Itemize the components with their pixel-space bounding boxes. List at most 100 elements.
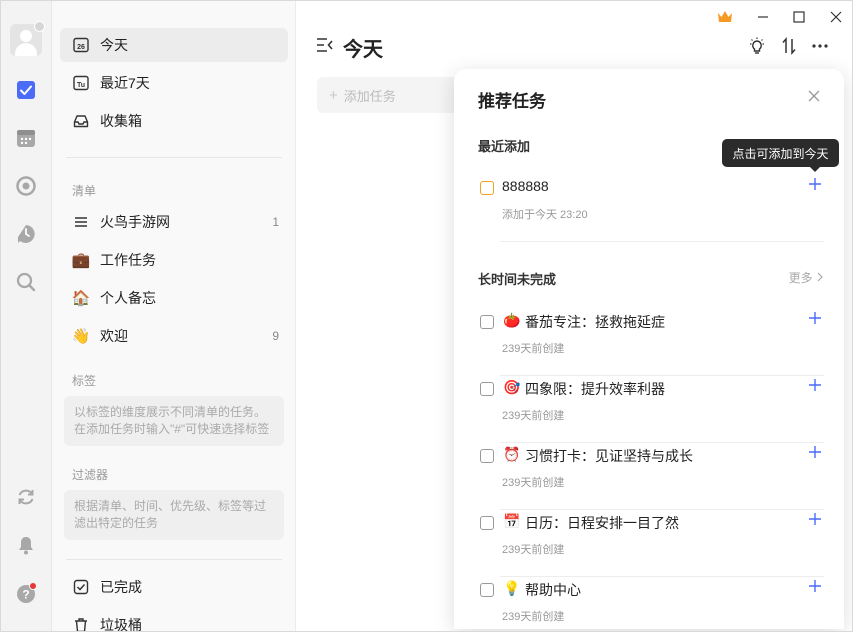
recent-section-title: 最近添加 [478, 139, 531, 154]
check-square-icon [72, 578, 90, 596]
sidebar-item-list-personal[interactable]: 🏠 个人备忘 [60, 281, 288, 315]
waving-hand-icon: 👋 [71, 328, 91, 345]
sidebar-item-trash[interactable]: 垃圾桶 [60, 608, 288, 632]
task-subtitle: 239天前创建 [502, 477, 565, 489]
task-title: 日历：日程安排一目了然 [525, 515, 679, 531]
divider [66, 559, 282, 560]
task-title: 习惯打卡：见证坚持与成长 [525, 448, 693, 464]
task-title: 番茄专注：拯救拖延症 [525, 314, 665, 330]
plus-icon: + [329, 86, 338, 104]
tags-hint: 以标签的维度展示不同清单的任务。在添加任务时输入"#"可快速选择标签 [64, 396, 284, 446]
house-icon: 🏠 [71, 290, 91, 307]
sidebar-item-list-work[interactable]: 💼 工作任务 [60, 243, 288, 277]
divider [500, 241, 824, 242]
task-title: 888888 [502, 178, 549, 194]
svg-text:Tu: Tu [77, 82, 85, 89]
calendar-icon: 📅 [503, 513, 521, 529]
tags-section-title: 标签 [72, 374, 97, 388]
add-task-placeholder: 添加任务 [343, 88, 396, 104]
task-subtitle: 添加于今天 23:20 [502, 209, 588, 221]
sidebar: 26 今天 Tu 最近7天 收集箱 清单 火鸟手游网 1 💼 工作任务 🏠 个人… [52, 1, 296, 632]
task-subtitle: 239天前创建 [502, 410, 565, 422]
task-checkbox[interactable] [480, 583, 494, 597]
app-window: ? 26 今天 Tu 最近7天 收集箱 清单 火鸟手游网 1 💼 工作任务 🏠 … [0, 0, 853, 632]
panel-title: 推荐任务 [478, 92, 546, 111]
sidebar-item-today[interactable]: 26 今天 [60, 28, 288, 62]
more-label: 更多 [788, 271, 813, 285]
sort-icon[interactable] [777, 34, 801, 58]
sidebar-item-completed[interactable]: 已完成 [60, 570, 288, 604]
tasks-icon[interactable] [14, 78, 38, 102]
search-icon[interactable] [14, 270, 38, 294]
target-icon: 🎯 [503, 379, 521, 395]
more-options-icon[interactable] [808, 34, 832, 58]
alarm-clock-icon: ⏰ [503, 446, 521, 462]
maximize-icon[interactable] [787, 5, 811, 29]
sidebar-toggle-icon[interactable] [316, 37, 334, 53]
crown-icon[interactable] [713, 5, 737, 29]
sidebar-item-list-welcome[interactable]: 👋 欢迎 9 [60, 319, 288, 353]
close-window-icon[interactable] [824, 5, 848, 29]
briefcase-icon: 💼 [71, 252, 91, 269]
calendar-week-icon: Tu [72, 74, 90, 92]
habit-icon[interactable] [14, 222, 38, 246]
add-to-today-icon[interactable] [808, 579, 824, 595]
sidebar-item-inbox[interactable]: 收集箱 [60, 104, 288, 138]
add-to-today-icon[interactable] [808, 177, 824, 193]
close-icon[interactable] [808, 89, 824, 105]
add-task-input[interactable]: + 添加任务 [317, 77, 467, 113]
task-subtitle: 239天前创建 [502, 611, 565, 623]
sidebar-item-label: 火鸟手游网 [100, 214, 170, 230]
sidebar-item-label: 垃圾桶 [100, 617, 142, 632]
task-item: 💡 帮助中心 239天前创建 [478, 577, 824, 631]
filters-hint: 根据清单、时间、优先级、标签等过滤出特定的任务 [64, 490, 284, 540]
lightbulb-suggest-icon[interactable] [745, 34, 769, 58]
task-item: ⏰ 习惯打卡：见证坚持与成长 239天前创建 [478, 443, 824, 510]
pomodoro-icon[interactable] [14, 174, 38, 198]
add-to-today-icon[interactable] [808, 311, 824, 327]
task-checkbox[interactable] [480, 449, 494, 463]
divider [66, 157, 282, 158]
lightbulb-icon: 💡 [503, 580, 521, 596]
sidebar-item-label: 欢迎 [100, 328, 128, 344]
sidebar-item-label: 今天 [100, 37, 128, 53]
minimize-icon[interactable] [751, 5, 775, 29]
sidebar-item-next-7-days[interactable]: Tu 最近7天 [60, 66, 288, 100]
list-icon [72, 213, 90, 231]
sidebar-item-label: 工作任务 [100, 252, 156, 268]
task-checkbox[interactable] [480, 516, 494, 530]
sync-icon[interactable] [14, 485, 38, 509]
sidebar-item-label: 最近7天 [100, 75, 150, 91]
task-subtitle: 239天前创建 [502, 343, 565, 355]
avatar-badge [34, 21, 45, 32]
svg-text:26: 26 [77, 44, 85, 51]
sidebar-item-list-huoniao[interactable]: 火鸟手游网 1 [60, 205, 288, 239]
add-to-today-icon[interactable] [808, 378, 824, 394]
sidebar-item-label: 收集箱 [100, 113, 142, 129]
left-rail: ? [1, 1, 52, 631]
list-count: 9 [272, 329, 279, 343]
lists-section-title: 清单 [72, 184, 97, 198]
svg-text:?: ? [22, 588, 29, 602]
task-checkbox[interactable] [480, 315, 494, 329]
add-to-today-tooltip: 点击可添加到今天 [722, 139, 839, 172]
more-link[interactable]: 更多 [789, 269, 824, 286]
add-to-today-icon[interactable] [808, 512, 824, 528]
trash-icon [72, 616, 90, 631]
calendar-26-icon: 26 [72, 36, 90, 54]
task-checkbox[interactable] [480, 181, 494, 195]
sidebar-item-label: 已完成 [100, 579, 142, 595]
add-to-today-icon[interactable] [808, 445, 824, 461]
sidebar-item-label: 个人备忘 [100, 290, 156, 306]
task-checkbox[interactable] [480, 382, 494, 396]
help-icon[interactable]: ? [14, 581, 38, 605]
task-item: 🍅 番茄专注：拯救拖延症 239天前创建 [478, 309, 824, 376]
list-count: 1 [272, 215, 279, 229]
page-title: 今天 [343, 39, 383, 61]
task-item: 📅 日历：日程安排一目了然 239天前创建 [478, 510, 824, 577]
filters-section-title: 过滤器 [72, 468, 109, 482]
chevron-right-icon [816, 271, 824, 285]
inbox-icon [72, 112, 90, 130]
calendar-icon[interactable] [14, 126, 38, 150]
notification-bell-icon[interactable] [14, 533, 38, 557]
